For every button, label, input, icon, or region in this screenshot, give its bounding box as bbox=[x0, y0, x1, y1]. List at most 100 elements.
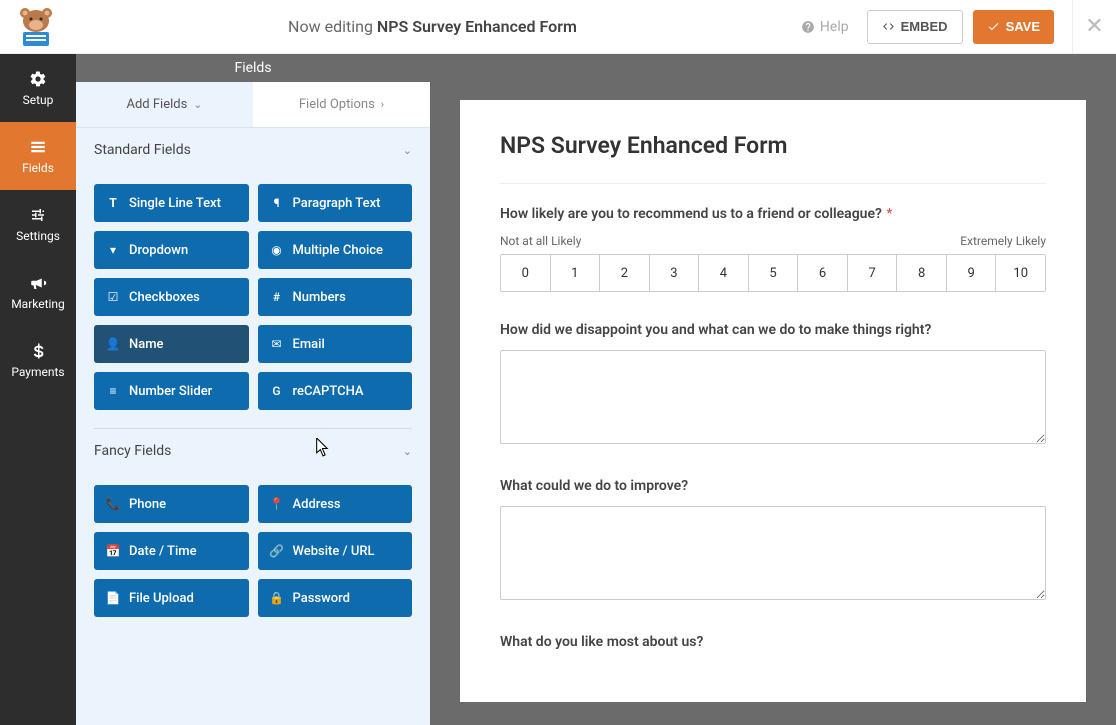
scale-option-0[interactable]: 0 bbox=[501, 255, 551, 291]
field-email[interactable]: ✉ Email bbox=[258, 325, 413, 363]
tab-field-options[interactable]: Field Options› bbox=[253, 82, 430, 127]
form-preview-area: NPS Survey Enhanced Form How likely are … bbox=[430, 54, 1116, 725]
scale-option-3[interactable]: 3 bbox=[650, 255, 700, 291]
nav-marketing[interactable]: Marketing bbox=[0, 258, 76, 326]
phone-icon: 📞 bbox=[106, 497, 120, 511]
left-nav: Setup Fields Settings Marketing Payments bbox=[0, 54, 76, 725]
field-label: Address bbox=[293, 497, 341, 512]
scale-option-2[interactable]: 2 bbox=[600, 255, 650, 291]
field-label: Date / Time bbox=[129, 544, 197, 559]
field-label: Checkboxes bbox=[129, 290, 200, 305]
calendar-icon: 📅 bbox=[106, 544, 120, 558]
close-button[interactable]: ✕ bbox=[1072, 0, 1116, 54]
scale-option-5[interactable]: 5 bbox=[749, 255, 799, 291]
field-label: Email bbox=[293, 337, 325, 352]
map-marker-icon: 📍 bbox=[270, 497, 284, 511]
editing-title: Now editing NPS Survey Enhanced Form bbox=[64, 17, 801, 36]
field-label: File Upload bbox=[129, 591, 194, 606]
field-website-url[interactable]: 🔗 Website / URL bbox=[258, 532, 413, 570]
file-icon: 📄 bbox=[106, 591, 120, 605]
nav-fields[interactable]: Fields bbox=[0, 122, 76, 190]
google-g-icon: G bbox=[270, 384, 284, 398]
dot-circle-icon: ◉ bbox=[270, 243, 284, 257]
field-number-slider[interactable]: ≡ Number Slider bbox=[94, 372, 249, 410]
link-icon: 🔗 bbox=[270, 544, 284, 558]
field-label: Website / URL bbox=[293, 544, 375, 559]
group-fancy-fields[interactable]: Fancy Fields ⌄ bbox=[76, 429, 430, 473]
nav-setup[interactable]: Setup bbox=[0, 54, 76, 122]
field-address[interactable]: 📍 Address bbox=[258, 485, 413, 523]
scale-option-7[interactable]: 7 bbox=[848, 255, 898, 291]
user-icon: 👤 bbox=[106, 337, 120, 351]
help-icon bbox=[801, 20, 815, 34]
sidebar-header: Fields bbox=[76, 54, 430, 82]
field-label: Single Line Text bbox=[129, 196, 221, 211]
nps-scale: 012345678910 bbox=[500, 254, 1046, 292]
check-square-icon: ☑ bbox=[106, 290, 120, 304]
code-icon bbox=[882, 20, 895, 33]
field-dropdown[interactable]: ▾ Dropdown bbox=[94, 231, 249, 269]
required-star: * bbox=[883, 206, 893, 222]
q2-label: How did we disappoint you and what can w… bbox=[500, 322, 1046, 338]
chevron-right-icon: › bbox=[381, 98, 384, 111]
q2-textarea[interactable] bbox=[500, 350, 1046, 444]
scale-high-label: Extremely Likely bbox=[960, 234, 1046, 248]
hash-icon: # bbox=[270, 290, 284, 304]
scale-option-1[interactable]: 1 bbox=[551, 255, 601, 291]
field-label: Numbers bbox=[293, 290, 346, 305]
field-recaptcha[interactable]: GreCAPTCHA bbox=[258, 372, 413, 410]
field-password[interactable]: 🔒 Password bbox=[258, 579, 413, 617]
paragraph-icon: ¶ bbox=[270, 196, 284, 210]
embed-button[interactable]: EMBED bbox=[867, 10, 963, 44]
scale-option-10[interactable]: 10 bbox=[996, 255, 1045, 291]
q1-label: How likely are you to recommend us to a … bbox=[500, 206, 1046, 222]
save-button[interactable]: SAVE bbox=[973, 10, 1054, 44]
field-multiple-choice[interactable]: ◉ Multiple Choice bbox=[258, 231, 413, 269]
field-checkboxes[interactable]: ☑ Checkboxes bbox=[94, 278, 249, 316]
field-label: Phone bbox=[129, 497, 166, 512]
help-link[interactable]: Help bbox=[801, 19, 849, 35]
group-standard-fields[interactable]: Standard Fields ⌄ bbox=[76, 128, 430, 172]
field-label: Dropdown bbox=[129, 243, 188, 258]
dollar-icon bbox=[29, 342, 47, 360]
sliders-icon bbox=[29, 206, 47, 224]
field-name[interactable]: 👤 Name bbox=[94, 325, 249, 363]
nav-payments[interactable]: Payments bbox=[0, 326, 76, 394]
chevron-down-icon: ⌄ bbox=[193, 98, 202, 111]
chevron-down-icon: ⌄ bbox=[403, 445, 412, 458]
caret-square-icon: ▾ bbox=[106, 243, 120, 257]
field-single-line-text[interactable]: 𝐓 Single Line Text bbox=[94, 184, 249, 222]
field-label: Name bbox=[129, 337, 164, 352]
field-file-upload[interactable]: 📄 File Upload bbox=[94, 579, 249, 617]
field-date-time[interactable]: 📅 Date / Time bbox=[94, 532, 249, 570]
scale-option-9[interactable]: 9 bbox=[947, 255, 997, 291]
sliders-h-icon: ≡ bbox=[106, 384, 120, 398]
list-icon bbox=[29, 138, 47, 156]
envelope-icon: ✉ bbox=[270, 337, 284, 351]
field-label: reCAPTCHA bbox=[293, 384, 364, 399]
tab-add-fields[interactable]: Add Fields⌄ bbox=[76, 82, 253, 127]
field-label: Multiple Choice bbox=[293, 243, 384, 258]
check-icon bbox=[987, 20, 1000, 33]
bullhorn-icon bbox=[29, 274, 47, 292]
field-label: Password bbox=[293, 591, 350, 606]
field-numbers[interactable]: # Numbers bbox=[258, 278, 413, 316]
q4-label: What do you like most about us? bbox=[500, 634, 1046, 650]
field-label: Paragraph Text bbox=[293, 196, 381, 211]
field-phone[interactable]: 📞 Phone bbox=[94, 485, 249, 523]
scale-option-4[interactable]: 4 bbox=[699, 255, 749, 291]
scale-option-6[interactable]: 6 bbox=[798, 255, 848, 291]
gear-icon bbox=[29, 70, 47, 88]
app-logo bbox=[8, 0, 64, 54]
chevron-down-icon: ⌄ bbox=[403, 144, 412, 157]
scale-option-8[interactable]: 8 bbox=[897, 255, 947, 291]
text-icon: 𝐓 bbox=[106, 196, 120, 211]
field-paragraph-text[interactable]: ¶ Paragraph Text bbox=[258, 184, 413, 222]
q3-textarea[interactable] bbox=[500, 506, 1046, 600]
fields-sidebar: Fields Add Fields⌄ Field Options› Standa… bbox=[76, 54, 430, 725]
q3-label: What could we do to improve? bbox=[500, 478, 1046, 494]
nav-settings[interactable]: Settings bbox=[0, 190, 76, 258]
scale-low-label: Not at all Likely bbox=[500, 234, 581, 248]
lock-icon: 🔒 bbox=[270, 591, 284, 605]
field-label: Number Slider bbox=[129, 384, 212, 399]
